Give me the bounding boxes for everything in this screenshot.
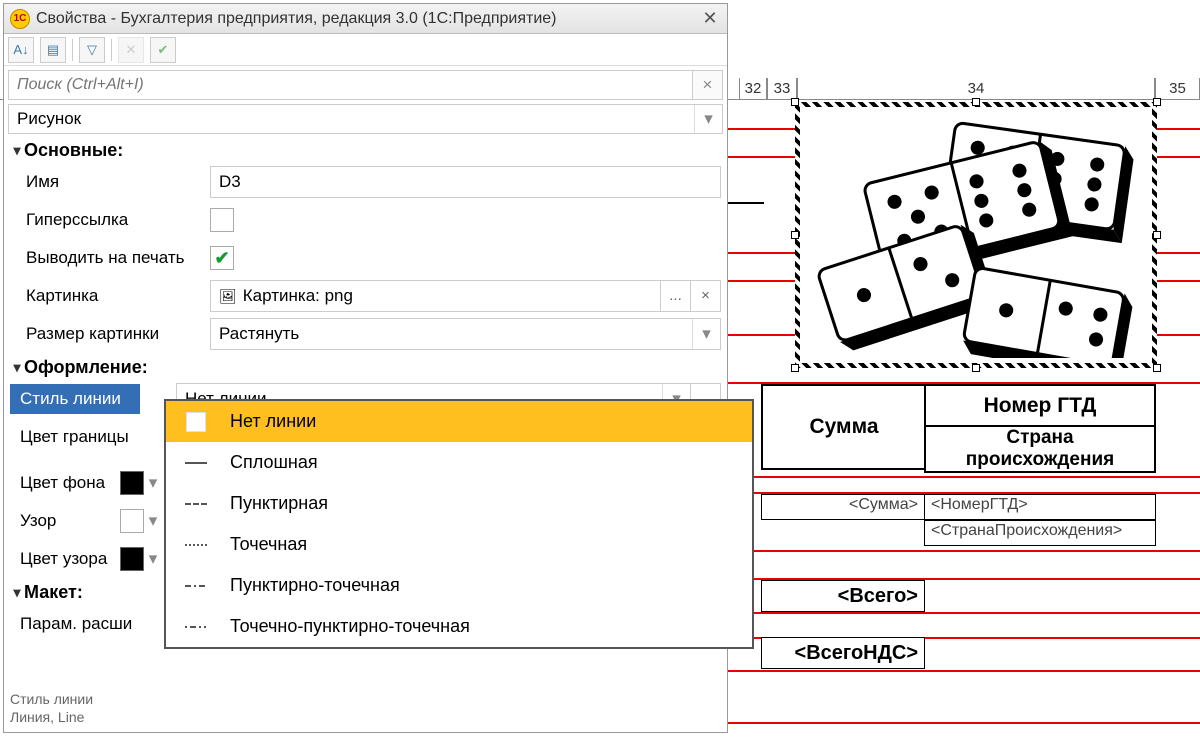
categories-button[interactable]: ▤ bbox=[40, 37, 66, 63]
pattern-swatch[interactable] bbox=[120, 509, 144, 533]
picture-field[interactable]: 🖼Картинка: png bbox=[210, 280, 661, 312]
resize-handle[interactable] bbox=[1153, 231, 1161, 239]
prop-name: Имя bbox=[10, 165, 721, 199]
prop-picture: Картинка 🖼Картинка: png ... × bbox=[10, 279, 721, 313]
dropdown-item-dashdot[interactable]: Пунктирно-точечная bbox=[166, 565, 752, 606]
prop-line-style-label: Стиль линии bbox=[10, 384, 140, 414]
dropdown-item-dotted[interactable]: Точечная bbox=[166, 524, 752, 565]
picture-browse-button[interactable]: ... bbox=[661, 280, 691, 312]
dropdown-item-solid[interactable]: Сплошная bbox=[166, 442, 752, 483]
header-cell-country[interactable]: Страна происхождения bbox=[924, 425, 1156, 473]
ruler-col-35[interactable]: 35 bbox=[1155, 78, 1200, 100]
chevron-down-icon: ▾ bbox=[692, 319, 720, 349]
resize-handle[interactable] bbox=[972, 364, 980, 372]
ruler-col-32[interactable]: 32 bbox=[739, 78, 767, 100]
resize-handle[interactable] bbox=[1153, 364, 1161, 372]
chevron-down-icon[interactable]: ▾ bbox=[144, 473, 162, 493]
picture-size-select[interactable]: Растянуть▾ bbox=[210, 318, 721, 350]
prop-name-input[interactable] bbox=[210, 166, 721, 198]
ruler-col-34[interactable]: 34 bbox=[797, 78, 1155, 100]
pattern-color-swatch[interactable] bbox=[120, 547, 144, 571]
data-cell-country[interactable]: <СтранаПроисхождения> bbox=[924, 520, 1156, 546]
prop-name-label: Имя bbox=[10, 172, 210, 192]
print-checkbox[interactable]: ✔ bbox=[210, 246, 234, 270]
section-design[interactable]: ▾Оформление: bbox=[10, 357, 721, 378]
resize-handle[interactable] bbox=[791, 364, 799, 372]
resize-handle[interactable] bbox=[1153, 98, 1161, 106]
prop-print: Выводить на печать ✔ bbox=[10, 241, 721, 275]
chevron-down-icon: ▾ bbox=[694, 105, 722, 133]
prop-bg-color-label: Цвет фона bbox=[10, 473, 120, 493]
filter-button[interactable]: ▽ bbox=[79, 37, 105, 63]
apply-button[interactable]: ✔ bbox=[150, 37, 176, 63]
hyperlink-checkbox[interactable] bbox=[210, 208, 234, 232]
prop-picture-size: Размер картинки Растянуть▾ bbox=[10, 317, 721, 351]
line-style-dropdown: Нет линии Сплошная Пунктирная Точечная П… bbox=[164, 399, 754, 649]
header-cell-sum[interactable]: Сумма bbox=[761, 384, 925, 470]
picture-object-selected[interactable] bbox=[795, 102, 1157, 368]
dialog-titlebar[interactable]: 1C Свойства - Бухгалтерия предприятия, р… bbox=[4, 4, 727, 34]
search-input[interactable] bbox=[8, 70, 693, 100]
prop-picture-label: Картинка bbox=[10, 286, 210, 306]
property-description: Стиль линии Линия, Line bbox=[10, 690, 93, 726]
header-cell-gtd[interactable]: Номер ГТД bbox=[924, 384, 1156, 427]
prop-param-ext-label: Парам. расши bbox=[10, 614, 150, 634]
prop-picture-size-label: Размер картинки bbox=[10, 324, 210, 344]
app-logo-icon: 1C bbox=[10, 9, 30, 29]
chevron-down-icon[interactable]: ▾ bbox=[144, 511, 162, 531]
prop-pattern-label: Узор bbox=[10, 511, 120, 531]
prop-border-color-label: Цвет границы bbox=[10, 427, 140, 447]
prop-pattern-color-label: Цвет узора bbox=[10, 549, 120, 569]
resize-handle[interactable] bbox=[972, 98, 980, 106]
clear-search-button[interactable]: × bbox=[693, 70, 723, 100]
sort-button[interactable]: A↓ bbox=[8, 37, 34, 63]
resize-handle[interactable] bbox=[791, 98, 799, 106]
cell-total-nds[interactable]: <ВсегоНДС> bbox=[761, 637, 925, 669]
picture-clear-button[interactable]: × bbox=[691, 280, 721, 312]
data-cell-sum[interactable]: <Сумма> bbox=[761, 494, 925, 520]
ruler-col-33[interactable]: 33 bbox=[767, 78, 797, 100]
resize-handle[interactable] bbox=[791, 231, 799, 239]
prop-hyperlink: Гиперссылка bbox=[10, 203, 721, 237]
dropdown-item-dotdashdot[interactable]: Точечно-пунктирно-точечная bbox=[166, 606, 752, 647]
dialog-title: Свойства - Бухгалтерия предприятия, реда… bbox=[36, 10, 557, 28]
dropdown-item-none[interactable]: Нет линии bbox=[166, 401, 752, 442]
cell-total[interactable]: <Всего> bbox=[761, 580, 925, 612]
prop-hyperlink-label: Гиперссылка bbox=[10, 210, 210, 230]
data-cell-gtd[interactable]: <НомерГТД> bbox=[924, 494, 1156, 520]
properties-dialog: 1C Свойства - Бухгалтерия предприятия, р… bbox=[3, 3, 728, 733]
domino-image bbox=[805, 112, 1147, 358]
bg-color-swatch[interactable] bbox=[120, 471, 144, 495]
properties-toolbar: A↓ ▤ ▽ ✕ ✔ bbox=[4, 34, 727, 66]
section-main[interactable]: ▾Основные: bbox=[10, 140, 721, 161]
delete-button: ✕ bbox=[118, 37, 144, 63]
search-row: × bbox=[8, 70, 723, 100]
prop-print-label: Выводить на печать bbox=[10, 248, 210, 268]
chevron-down-icon[interactable]: ▾ bbox=[144, 549, 162, 569]
object-type-combo[interactable]: Рисунок ▾ bbox=[8, 104, 723, 134]
dropdown-item-dashed[interactable]: Пунктирная bbox=[166, 483, 752, 524]
close-icon[interactable]: ✕ bbox=[699, 8, 721, 30]
